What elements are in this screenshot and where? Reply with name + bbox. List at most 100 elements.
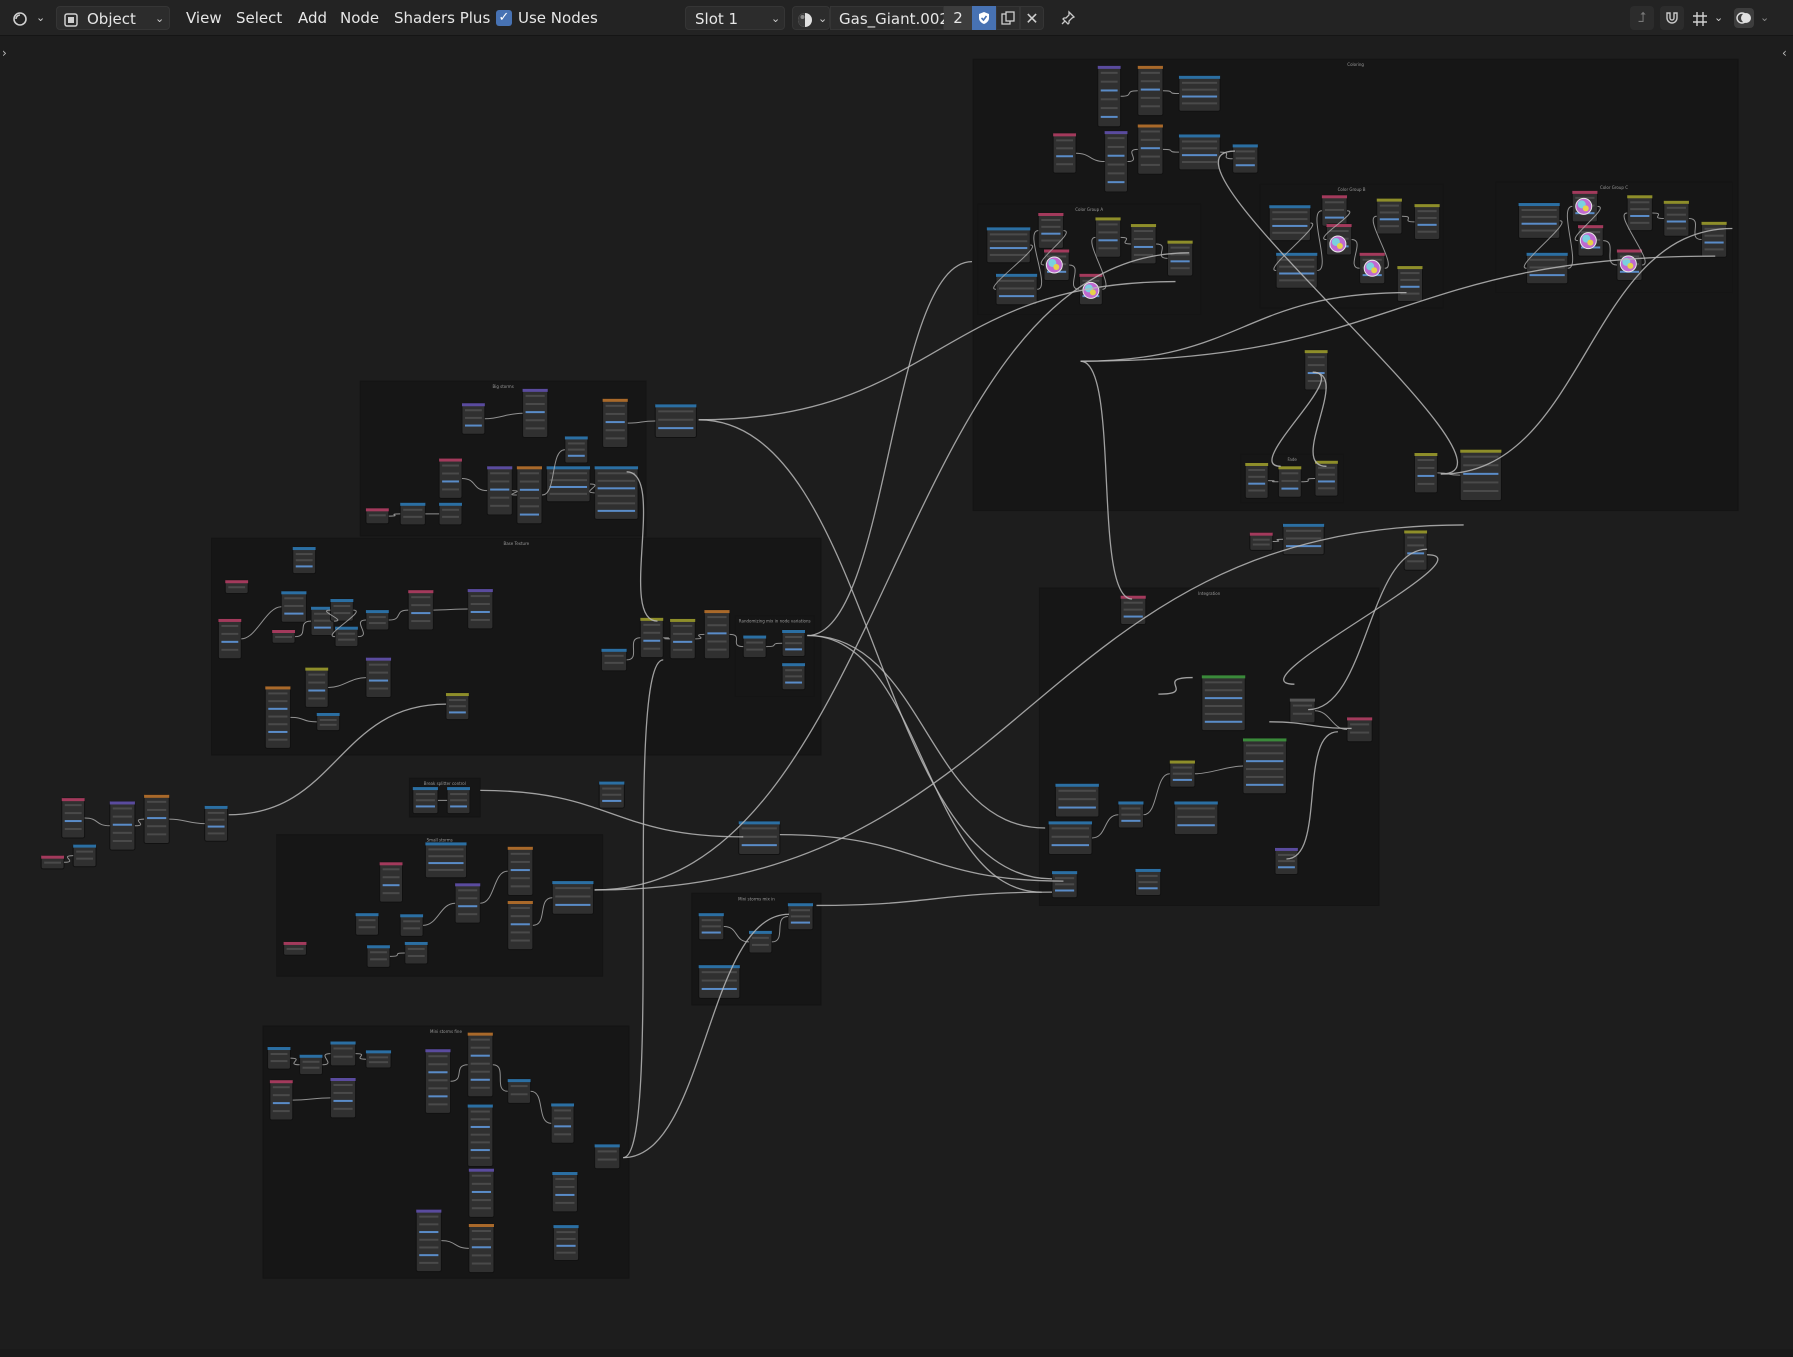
shader-node[interactable] [1169, 760, 1196, 788]
node-body[interactable] [1518, 202, 1561, 239]
horizontal-scrollbar[interactable] [0, 1349, 1793, 1357]
shader-node[interactable] [1244, 462, 1269, 499]
shader-node[interactable] [522, 388, 549, 439]
shader-node[interactable] [1097, 65, 1122, 128]
shader-node[interactable] [550, 1102, 575, 1144]
shader-node[interactable] [1701, 221, 1728, 258]
node-body[interactable] [1094, 216, 1122, 258]
shader-node[interactable] [280, 590, 307, 623]
shader-node[interactable] [1663, 200, 1690, 237]
shader-node[interactable] [703, 609, 731, 660]
shader-node[interactable] [468, 1223, 495, 1274]
node-body[interactable] [669, 618, 696, 660]
node-body[interactable] [217, 618, 242, 660]
shader-node[interactable] [1396, 265, 1424, 302]
shader-node[interactable] [1173, 800, 1219, 836]
shader-node[interactable] [1289, 698, 1316, 724]
shader-node[interactable] [365, 657, 392, 698]
shader-node[interactable] [1052, 132, 1077, 174]
shader-node[interactable] [1051, 870, 1078, 899]
node-body[interactable] [1403, 529, 1428, 571]
node-link[interactable] [64, 855, 74, 863]
node-body[interactable] [1376, 198, 1403, 235]
node-body[interactable] [1701, 221, 1728, 258]
shader-node[interactable] [1178, 75, 1221, 112]
node-body[interactable] [1626, 194, 1653, 232]
object-mode-dropdown[interactable]: Object ⌄ [56, 6, 170, 30]
node-body[interactable] [379, 861, 404, 903]
node-body[interactable] [454, 882, 481, 924]
node-body[interactable] [1178, 133, 1221, 171]
node-body[interactable] [698, 964, 741, 999]
shader-node[interactable] [1249, 532, 1274, 551]
node-body[interactable] [1289, 698, 1316, 724]
shader-node[interactable] [1201, 674, 1246, 732]
shader-node[interactable] [61, 797, 86, 839]
shader-node[interactable] [1414, 203, 1441, 241]
shader-node[interactable] [399, 502, 426, 526]
node-link[interactable] [134, 818, 145, 827]
shader-node[interactable] [639, 617, 664, 659]
shader-node[interactable] [316, 712, 341, 732]
shader-node[interactable] [507, 900, 534, 951]
node-body[interactable] [1346, 716, 1373, 743]
shader-node[interactable] [467, 1032, 494, 1098]
node-body[interactable] [267, 1046, 291, 1070]
parent-node-tree-button[interactable]: ⮥ [1630, 6, 1654, 30]
shader-node[interactable] [516, 465, 543, 525]
shader-node[interactable] [1134, 868, 1162, 896]
shader-node[interactable] [329, 1040, 357, 1067]
shader-node[interactable] [602, 398, 629, 448]
shader-node[interactable] [1304, 349, 1329, 391]
node-body[interactable] [1244, 462, 1269, 499]
shader-node[interactable] [1167, 240, 1194, 277]
shader-node[interactable] [412, 786, 439, 815]
node-body[interactable] [1663, 200, 1690, 237]
node-body[interactable] [399, 913, 424, 937]
shader-node[interactable] [329, 1077, 357, 1119]
shader-node[interactable] [299, 1054, 323, 1076]
shader-node[interactable] [1094, 216, 1122, 258]
shader-node[interactable] [283, 941, 307, 956]
shader-node[interactable] [698, 964, 741, 999]
node-body[interactable] [438, 502, 463, 526]
node-body[interactable] [204, 805, 229, 842]
shader-node[interactable] [365, 1049, 392, 1069]
node-body[interactable] [61, 797, 86, 839]
shader-node[interactable] [424, 841, 468, 879]
shader-node[interactable] [594, 1143, 621, 1170]
shader-node[interactable] [1232, 143, 1259, 174]
shader-node[interactable] [1403, 529, 1428, 571]
shader-node[interactable] [594, 465, 639, 520]
shader-node[interactable] [468, 1168, 495, 1218]
shader-node[interactable] [1459, 449, 1502, 502]
node-body[interactable] [594, 1143, 621, 1170]
node-link[interactable] [169, 818, 205, 825]
shader-node[interactable] [1518, 202, 1561, 239]
node-graph[interactable]: Coloring Color Group A Color Group B Color … [0, 36, 1793, 1349]
shader-node[interactable] [1137, 123, 1164, 175]
shader-node[interactable] [1376, 198, 1403, 235]
shader-node[interactable] [669, 618, 696, 660]
shader-node[interactable] [438, 502, 463, 526]
node-body[interactable] [600, 648, 628, 672]
node-body[interactable] [507, 1078, 532, 1104]
shader-node[interactable] [564, 435, 589, 464]
shader-node[interactable] [1054, 783, 1100, 818]
pin-button[interactable] [1056, 6, 1080, 30]
shader-node[interactable] [1626, 194, 1653, 232]
shader-node[interactable] [461, 402, 486, 435]
shader-node[interactable] [438, 458, 463, 499]
menu-node[interactable]: Node [334, 6, 385, 30]
shader-node[interactable] [1137, 65, 1164, 117]
menu-select[interactable]: Select [230, 6, 288, 30]
shader-node[interactable] [598, 781, 625, 809]
node-body[interactable] [1173, 800, 1219, 836]
shader-node[interactable] [446, 786, 471, 815]
shader-node[interactable] [551, 1171, 578, 1213]
shader-node[interactable] [109, 800, 136, 851]
shader-node[interactable] [742, 635, 767, 659]
user-count-button[interactable]: 2 [944, 6, 972, 30]
node-link[interactable] [807, 261, 972, 637]
shader-node[interactable] [507, 846, 534, 896]
